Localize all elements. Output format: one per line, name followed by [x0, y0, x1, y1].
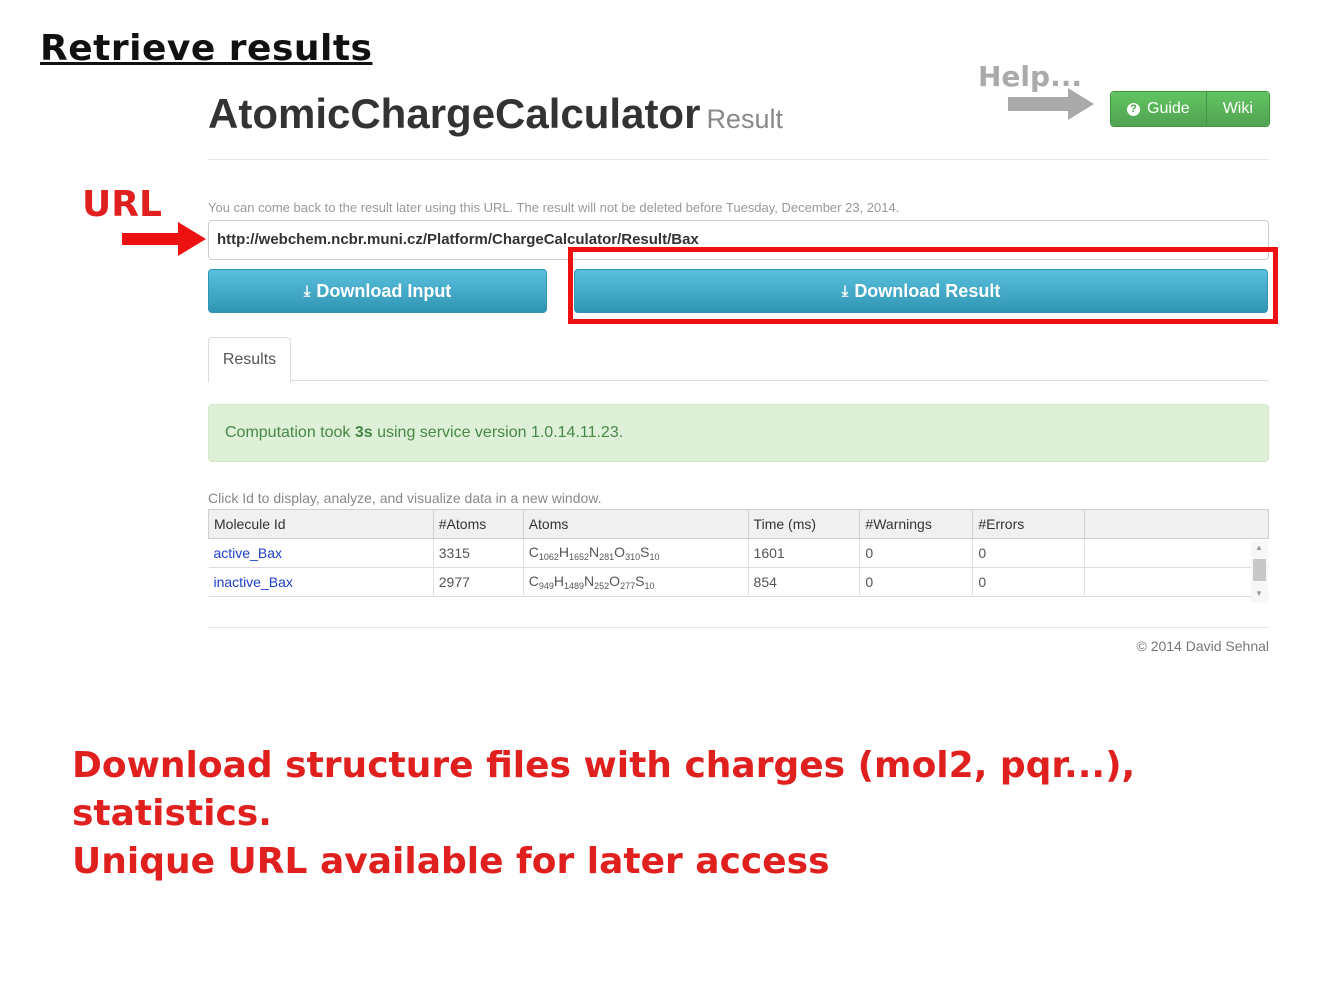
row-spacer [1084, 538, 1269, 568]
guide-button-label: Guide [1147, 100, 1190, 117]
footer-copyright: © 2014 David Sehnal [1136, 638, 1269, 654]
scrollbar-thumb[interactable] [1253, 559, 1266, 581]
atom-formula: C949H1489N252O277S10 [522, 567, 749, 597]
url-arrow-icon [122, 222, 208, 261]
table-hint: Click Id to display, analyze, and visual… [208, 490, 602, 506]
table-scrollbar[interactable]: ▲ ▼ [1251, 541, 1268, 603]
slide-title: Retrieve results [40, 28, 373, 69]
error-count: 0 [972, 567, 1085, 597]
time-ms: 1601 [747, 538, 860, 568]
download-input-button[interactable]: ⤓ Download Input [208, 269, 547, 313]
warning-count: 0 [859, 567, 973, 597]
highlight-box [568, 247, 1278, 324]
column-header-spacer [1084, 509, 1269, 539]
molecule-id-link[interactable]: active_Bax [214, 545, 282, 561]
alert-prefix: Computation took [225, 424, 355, 441]
molecule-id-link[interactable]: inactive_Bax [214, 574, 293, 590]
alert-suffix: using service version 1.0.14.11.23. [372, 424, 624, 441]
page-subtitle: Result [706, 104, 783, 134]
scroll-up-icon[interactable]: ▲ [1255, 543, 1263, 552]
page-title: AtomicChargeCalculator Result [208, 90, 783, 138]
table-row: inactive_Bax 2977 C949H1489N252O277S10 8… [208, 567, 1269, 597]
wiki-button-label: Wiki [1222, 100, 1253, 117]
scroll-down-icon[interactable]: ▼ [1255, 589, 1263, 598]
atom-count: 2977 [432, 567, 524, 597]
help-arrow-icon [1008, 88, 1096, 125]
column-header[interactable]: #Errors [972, 509, 1086, 539]
table-header-row: Molecule Id #Atoms Atoms Time (ms) #Warn… [208, 509, 1269, 539]
column-header[interactable]: #Warnings [859, 509, 974, 539]
tab-strip-border [208, 380, 1269, 381]
slide-caption: Download structure files with charges (m… [72, 742, 1323, 886]
computation-alert: Computation took 3s using service versio… [208, 404, 1269, 462]
row-spacer [1084, 567, 1269, 597]
app-name: AtomicChargeCalculator [208, 90, 701, 137]
column-header[interactable]: Atoms [522, 509, 749, 539]
wiki-button[interactable]: Wiki [1205, 92, 1269, 126]
table-row: active_Bax 3315 C1062H1652N281O310S10 16… [208, 538, 1269, 568]
column-header[interactable]: Molecule Id [208, 509, 434, 539]
error-count: 0 [972, 538, 1085, 568]
atom-count: 3315 [432, 538, 524, 568]
footer-divider [208, 627, 1269, 628]
url-annotation: URL [82, 184, 162, 225]
download-input-label: Download Input [316, 280, 452, 301]
alert-time: 3s [354, 424, 373, 441]
column-header[interactable]: #Atoms [432, 509, 524, 539]
help-button-group: ? Guide Wiki [1110, 91, 1270, 127]
results-table: Molecule Id #Atoms Atoms Time (ms) #Warn… [208, 509, 1269, 597]
time-ms: 854 [747, 567, 860, 597]
download-icon: ⤓ [303, 282, 311, 300]
caption-line: Unique URL available for later access [72, 841, 830, 882]
column-header[interactable]: Time (ms) [747, 509, 861, 539]
question-circle-icon: ? [1127, 102, 1140, 116]
guide-button[interactable]: ? Guide [1111, 92, 1206, 126]
result-url-info: You can come back to the result later us… [208, 200, 900, 215]
warning-count: 0 [859, 538, 973, 568]
header-divider [208, 159, 1269, 160]
tab-results[interactable]: Results [208, 337, 291, 383]
atom-formula: C1062H1652N281O310S10 [522, 538, 749, 568]
caption-line: Download structure files with charges (m… [72, 745, 1136, 834]
